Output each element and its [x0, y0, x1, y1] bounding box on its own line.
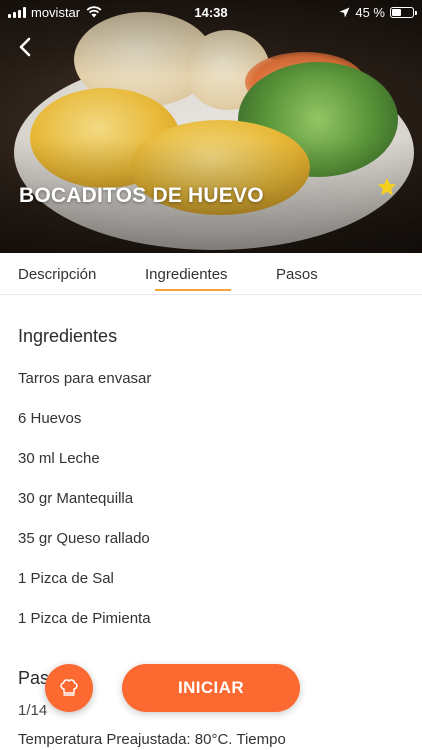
location-icon: [339, 7, 350, 17]
ingredient-item: 6 Huevos: [18, 410, 82, 427]
ingredient-item: 30 ml Leche: [18, 450, 100, 467]
recipe-title: BOCADITOS DE HUEVO: [19, 184, 264, 207]
tab-steps[interactable]: Pasos: [276, 253, 318, 295]
tab-description[interactable]: Descripción: [18, 253, 96, 295]
wifi-icon: [86, 6, 102, 18]
status-bar: movistar 14:38 45 %: [0, 0, 422, 24]
chef-hat-icon: [60, 679, 78, 696]
active-tab-indicator: [155, 289, 231, 291]
carrier-label: movistar: [31, 4, 81, 20]
favorite-button[interactable]: [376, 176, 398, 198]
battery-icon: [390, 6, 417, 18]
step-text: Temperatura Preajustada: 80°C. Tiempo: [18, 731, 286, 748]
back-button[interactable]: [12, 34, 38, 60]
start-button[interactable]: INICIAR: [122, 664, 300, 712]
star-icon: [377, 177, 397, 196]
battery-level: [392, 8, 401, 16]
chef-mode-button[interactable]: [45, 664, 93, 712]
steps-counter: 1/14: [18, 702, 48, 719]
ingredients-title: Ingredientes: [18, 326, 118, 346]
ingredient-item: 1 Pizca de Sal: [18, 570, 114, 587]
signal-icon: [8, 6, 26, 18]
chevron-left-icon: [19, 37, 31, 57]
ingredient-item: 35 gr Queso rallado: [18, 530, 150, 547]
ingredient-item: 1 Pizca de Pimienta: [18, 610, 151, 627]
ingredient-item: 30 gr Mantequilla: [18, 490, 134, 507]
ingredient-item: Tarros para envasar: [18, 370, 152, 387]
recipe-hero-image: [0, 0, 422, 253]
recipe-tabs: Descripción Ingredientes Pasos: [0, 253, 422, 295]
battery-percent: 45 %: [355, 4, 385, 20]
